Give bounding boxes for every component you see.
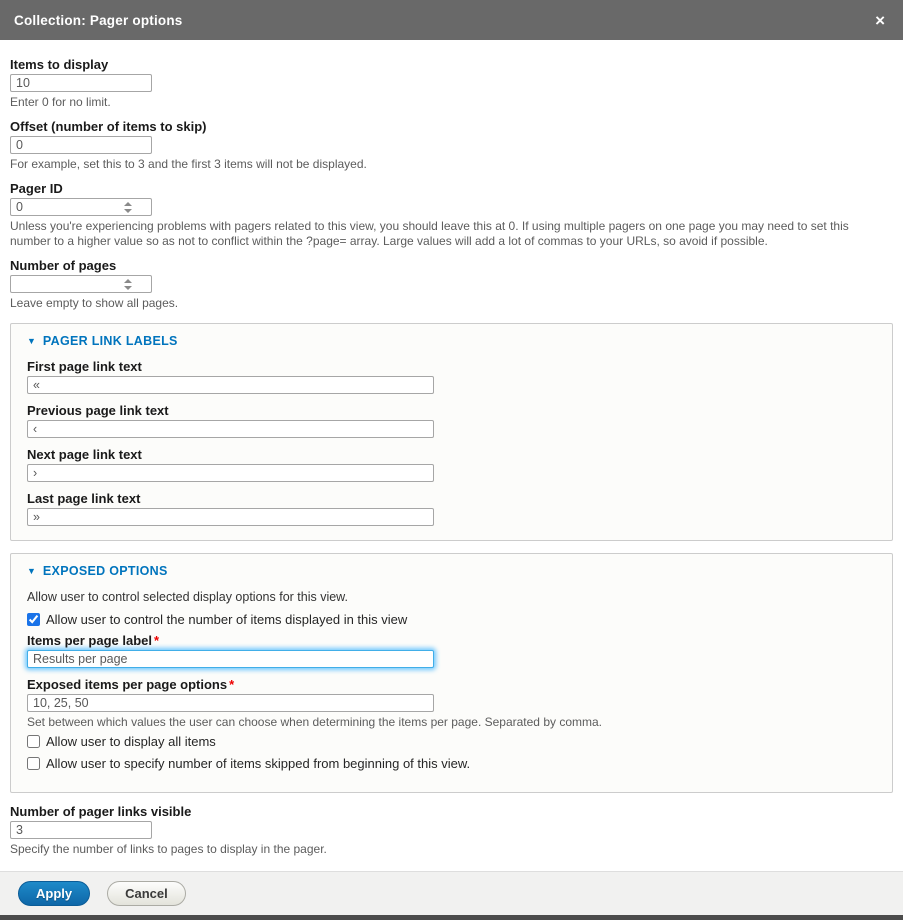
dialog-body: Items to display Enter 0 for no limit. O…	[0, 40, 903, 871]
close-icon[interactable]: ×	[871, 10, 889, 31]
field-exposed-items-options: Exposed items per page options* Set betw…	[27, 678, 876, 730]
allow-control-items-checkbox[interactable]	[27, 613, 40, 626]
exposed-items-options-input[interactable]	[27, 694, 434, 712]
items-to-display-label: Items to display	[10, 58, 893, 72]
field-last-page-link-text: Last page link text	[27, 492, 876, 526]
dialog-header: Collection: Pager options ×	[0, 0, 903, 40]
last-page-link-text-label: Last page link text	[27, 492, 876, 506]
first-page-link-text-input[interactable]	[27, 376, 434, 394]
pager-links-visible-input[interactable]	[10, 821, 152, 839]
checkbox-item-display-all: Allow user to display all items	[27, 734, 876, 749]
allow-display-all-label[interactable]: Allow user to display all items	[46, 734, 216, 749]
field-pager-links-visible: Number of pager links visible Specify th…	[10, 805, 893, 857]
fieldset-toggle-exposed-options[interactable]: ▼ EXPOSED OPTIONS	[27, 564, 876, 578]
field-items-to-display: Items to display Enter 0 for no limit.	[10, 58, 893, 110]
pager-id-input-wrap	[10, 198, 152, 216]
fieldset-legend: PAGER LINK LABELS	[43, 334, 178, 348]
items-to-display-description: Enter 0 for no limit.	[10, 95, 890, 110]
dialog-footer: Apply Cancel	[0, 871, 903, 915]
number-of-pages-description: Leave empty to show all pages.	[10, 296, 890, 311]
required-marker: *	[227, 677, 234, 692]
previous-page-link-text-label: Previous page link text	[27, 404, 876, 418]
items-per-page-label-label: Items per page label*	[27, 634, 876, 648]
allow-skip-items-checkbox[interactable]	[27, 757, 40, 770]
field-offset: Offset (number of items to skip) For exa…	[10, 120, 893, 172]
field-next-page-link-text: Next page link text	[27, 448, 876, 482]
fieldset-exposed-options: ▼ EXPOSED OPTIONS Allow user to control …	[10, 553, 893, 793]
offset-description: For example, set this to 3 and the first…	[10, 157, 890, 172]
number-spinner-icon[interactable]	[124, 202, 132, 213]
dialog-title: Collection: Pager options	[14, 13, 183, 28]
cancel-button[interactable]: Cancel	[107, 881, 186, 906]
pager-id-label: Pager ID	[10, 182, 893, 196]
label-text: Exposed items per page options	[27, 677, 227, 692]
number-spinner-icon[interactable]	[124, 279, 132, 290]
fieldset-toggle-pager-link-labels[interactable]: ▼ PAGER LINK LABELS	[27, 334, 876, 348]
field-pager-id: Pager ID Unless you're experiencing prob…	[10, 182, 893, 249]
items-per-page-label-input[interactable]	[27, 650, 434, 668]
offset-input[interactable]	[10, 136, 152, 154]
spinner-up-icon[interactable]	[124, 279, 132, 283]
collapse-arrow-icon: ▼	[27, 567, 36, 576]
last-page-link-text-input[interactable]	[27, 508, 434, 526]
next-page-link-text-label: Next page link text	[27, 448, 876, 462]
spinner-up-icon[interactable]	[124, 202, 132, 206]
number-of-pages-input-wrap	[10, 275, 152, 293]
field-previous-page-link-text: Previous page link text	[27, 404, 876, 438]
fieldset-legend: EXPOSED OPTIONS	[43, 564, 168, 578]
apply-button[interactable]: Apply	[18, 881, 90, 906]
field-number-of-pages: Number of pages Leave empty to show all …	[10, 259, 893, 311]
offset-label: Offset (number of items to skip)	[10, 120, 893, 134]
pager-id-description: Unless you're experiencing problems with…	[10, 219, 890, 249]
page-backdrop-strip	[0, 915, 903, 920]
checkbox-item-control-number: Allow user to control the number of item…	[27, 612, 876, 627]
allow-control-items-label[interactable]: Allow user to control the number of item…	[46, 612, 407, 627]
required-marker: *	[152, 633, 159, 648]
pager-links-visible-label: Number of pager links visible	[10, 805, 893, 819]
exposed-options-intro: Allow user to control selected display o…	[27, 590, 876, 604]
spinner-down-icon[interactable]	[124, 286, 132, 290]
collapse-arrow-icon: ▼	[27, 337, 36, 346]
next-page-link-text-input[interactable]	[27, 464, 434, 482]
items-to-display-input[interactable]	[10, 74, 152, 92]
pager-links-visible-description: Specify the number of links to pages to …	[10, 842, 890, 857]
field-first-page-link-text: First page link text	[27, 360, 876, 394]
allow-display-all-checkbox[interactable]	[27, 735, 40, 748]
label-text: Items per page label	[27, 633, 152, 648]
allow-skip-items-label[interactable]: Allow user to specify number of items sk…	[46, 756, 470, 771]
first-page-link-text-label: First page link text	[27, 360, 876, 374]
spinner-down-icon[interactable]	[124, 209, 132, 213]
exposed-items-options-description: Set between which values the user can ch…	[27, 715, 876, 730]
field-items-per-page-label: Items per page label*	[27, 634, 876, 668]
number-of-pages-label: Number of pages	[10, 259, 893, 273]
previous-page-link-text-input[interactable]	[27, 420, 434, 438]
fieldset-pager-link-labels: ▼ PAGER LINK LABELS First page link text…	[10, 323, 893, 541]
checkbox-item-skip-items: Allow user to specify number of items sk…	[27, 756, 876, 771]
exposed-items-options-label: Exposed items per page options*	[27, 678, 876, 692]
